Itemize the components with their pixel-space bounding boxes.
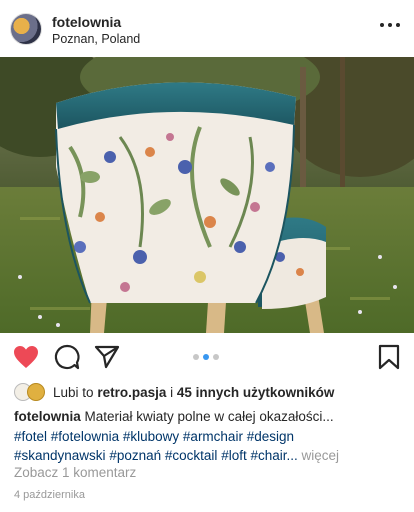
- avatar[interactable]: [10, 13, 42, 45]
- hashtags-line: #fotel #fotelownia #klubowy #armchair #d…: [14, 427, 406, 447]
- post-header: fotelownia Poznan, Poland: [0, 0, 414, 57]
- heart-icon[interactable]: [12, 343, 40, 371]
- hashtag-link[interactable]: #fotel: [14, 429, 47, 444]
- hashtag-link[interactable]: #loft: [221, 448, 247, 463]
- hashtag-link[interactable]: #cocktail: [165, 448, 218, 463]
- bookmark-icon[interactable]: [375, 343, 403, 371]
- view-comments-link[interactable]: Zobacz 1 komentarz: [14, 465, 136, 480]
- location[interactable]: Poznan, Poland: [52, 32, 140, 46]
- post-image[interactable]: [0, 57, 414, 333]
- post-date: 4 października: [14, 489, 85, 501]
- carousel-dot: [193, 354, 199, 360]
- hashtag-link[interactable]: #chair...: [250, 448, 297, 463]
- action-bar: [0, 333, 414, 379]
- carousel-dot: [203, 354, 209, 360]
- likes-prefix: Lubi to: [53, 384, 94, 400]
- hashtag-link[interactable]: #fotelownia: [51, 429, 119, 444]
- hashtags-line: #skandynawski #poznań #cocktail #loft #c…: [14, 446, 406, 466]
- share-icon[interactable]: [93, 343, 121, 371]
- username[interactable]: fotelownia: [52, 14, 121, 30]
- caption-author[interactable]: fotelownia: [14, 409, 81, 424]
- liker-avatar: [27, 383, 45, 401]
- carousel-indicator: [193, 354, 219, 360]
- caption: fotelownia Materiał kwiaty polne w całej…: [14, 407, 406, 466]
- hashtag-link[interactable]: #poznań: [109, 448, 161, 463]
- more-link[interactable]: więcej: [302, 448, 340, 463]
- comment-icon[interactable]: [53, 343, 81, 371]
- more-options-icon[interactable]: [380, 15, 400, 35]
- likes-others[interactable]: 45 innych użytkowników: [177, 385, 335, 400]
- hashtag-link[interactable]: #armchair: [183, 429, 243, 444]
- caption-text: Materiał kwiaty polne w całej okazałości…: [84, 409, 334, 424]
- hashtag-link[interactable]: #design: [247, 429, 294, 444]
- carousel-dot: [213, 354, 219, 360]
- liker-username[interactable]: retro.pasja: [97, 385, 166, 400]
- likes-row[interactable]: Lubi to retro.pasja i 45 innych użytkown…: [14, 382, 334, 402]
- hashtag-link[interactable]: #klubowy: [123, 429, 179, 444]
- likes-middle: i: [170, 384, 174, 400]
- hashtag-link[interactable]: #skandynawski: [14, 448, 106, 463]
